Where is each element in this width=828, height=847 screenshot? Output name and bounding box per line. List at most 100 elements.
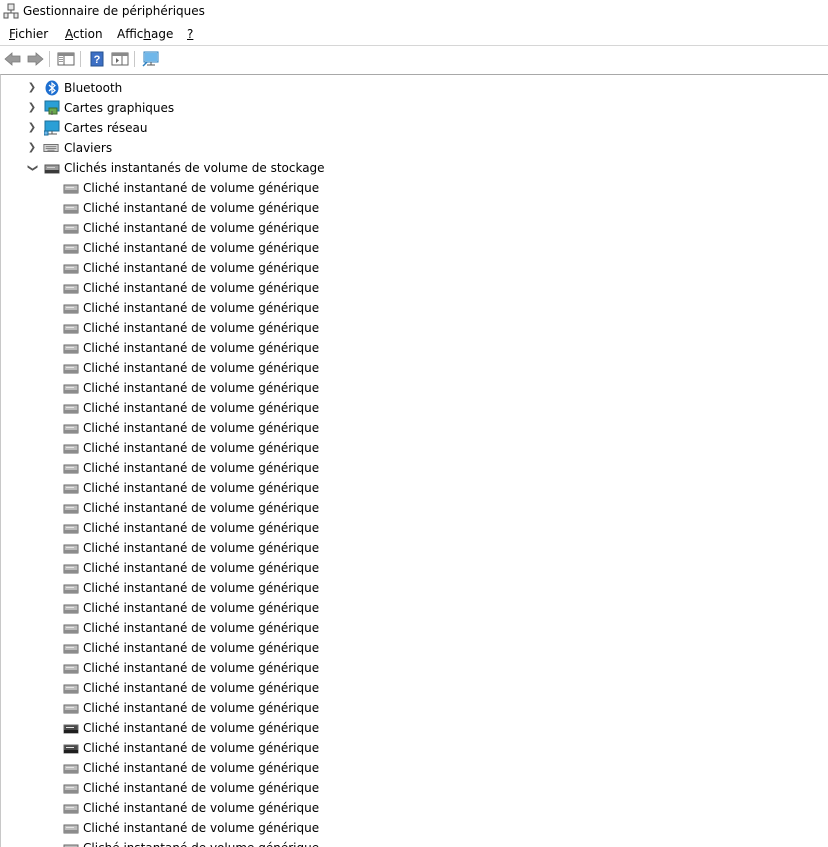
tree-device-item[interactable]: Cliché instantané de volume générique [1,338,821,358]
tree-device-item[interactable]: Cliché instantané de volume générique [1,738,821,758]
tree-device-item[interactable]: Cliché instantané de volume générique [1,658,821,678]
tree-device-label: Cliché instantané de volume générique [83,541,320,555]
tree-device-item[interactable]: Cliché instantané de volume générique [1,618,821,638]
tree-device-item[interactable]: Cliché instantané de volume générique [1,358,821,378]
tree-device-item[interactable]: Cliché instantané de volume générique [1,398,821,418]
tree-device-item[interactable]: Cliché instantané de volume générique [1,238,821,258]
tree-device-label: Cliché instantané de volume générique [83,421,320,435]
volume-light-icon [63,784,79,794]
action-pane-icon [111,52,129,66]
tree-device-label: Cliché instantané de volume générique [83,281,320,295]
back-button[interactable] [3,49,23,69]
volume-light-icon [63,524,79,534]
tree-device-item[interactable]: Cliché instantané de volume générique [1,678,821,698]
tree-device-item[interactable]: Cliché instantané de volume générique [1,818,821,838]
tree-device-item[interactable]: Cliché instantané de volume générique [1,478,821,498]
tree-device-item[interactable]: Cliché instantané de volume générique [1,418,821,438]
volume-light-icon [63,604,79,614]
volume-light-icon [63,644,79,654]
tree-device-item[interactable]: Cliché instantané de volume générique [1,278,821,298]
tree-device-item[interactable]: Cliché instantané de volume générique [1,298,821,318]
volume-light-icon [63,484,79,494]
tree-device-item[interactable]: Cliché instantané de volume générique [1,178,821,198]
volume-light-icon [63,204,79,214]
tree-device-label: Cliché instantané de volume générique [83,821,320,835]
volume-light-icon [63,224,79,234]
menu-affichage[interactable]: Affichage [117,27,173,41]
tree-device-item[interactable]: Cliché instantané de volume générique [1,498,821,518]
tree-device-label: Cliché instantané de volume générique [83,381,320,395]
toolbar-separator [134,51,135,67]
forward-button[interactable] [25,49,45,69]
volume-light-icon [63,804,79,814]
title-bar: Gestionnaire de périphériques [0,0,828,24]
scan-hardware-button[interactable] [141,49,161,69]
toolbar-separator [80,51,81,67]
volume-light-icon [63,464,79,474]
tree-device-item[interactable]: Cliché instantané de volume générique [1,778,821,798]
chevron-right-icon[interactable]: ❯ [27,98,37,118]
tree-device-label: Cliché instantané de volume générique [83,361,320,375]
tree-device-item[interactable]: Cliché instantané de volume générique [1,438,821,458]
tree-device-label: Cliché instantané de volume générique [83,301,320,315]
tree-device-item[interactable]: Cliché instantané de volume générique [1,718,821,738]
tree-device-item[interactable]: Cliché instantané de volume générique [1,758,821,778]
device-manager-icon [3,3,19,19]
keyboard-icon [43,144,59,152]
volume-dark-icon [63,744,79,754]
tree-device-label: Cliché instantané de volume générique [83,561,320,575]
tree-device-label: Cliché instantané de volume générique [83,641,320,655]
tree-device-item[interactable]: Cliché instantané de volume générique [1,318,821,338]
tree-device-item[interactable]: Cliché instantané de volume générique [1,378,821,398]
volume-light-icon [63,364,79,374]
tree-device-item[interactable]: Cliché instantané de volume générique [1,638,821,658]
tree-device-label: Cliché instantané de volume générique [83,781,320,795]
action-pane-button[interactable] [110,49,130,69]
show-hide-console-tree-button[interactable] [56,49,76,69]
tree-device-label: Cliché instantané de volume générique [83,401,320,415]
tree-category-cliches-instantanes[interactable]: ❯ Clichés instantanés de volume de stock… [1,158,821,178]
tree-device-label: Cliché instantané de volume générique [83,701,320,715]
tree-device-item[interactable]: Cliché instantané de volume générique [1,518,821,538]
tree-device-item[interactable]: Cliché instantané de volume générique [1,558,821,578]
menu-fichier[interactable]: Fichier [9,27,48,41]
show-hide-console-tree-icon [57,52,75,66]
tree-device-label: Cliché instantané de volume générique [83,501,320,515]
volume-light-icon [63,824,79,834]
forward-arrow-icon [27,52,44,66]
tree-category-bluetooth[interactable]: ❯ Bluetooth [1,78,821,98]
tree-device-item[interactable]: Cliché instantané de volume générique [1,198,821,218]
menu-help[interactable]: ? [187,27,193,41]
help-button[interactable]: ? [87,49,107,69]
volume-light-icon [63,544,79,554]
window-title: Gestionnaire de périphériques [23,4,205,18]
chevron-right-icon[interactable]: ❯ [27,138,37,158]
tree-device-item[interactable]: Cliché instantané de volume générique [1,798,821,818]
tree-category-claviers[interactable]: ❯ Claviers [1,138,821,158]
tree-device-label: Cliché instantané de volume générique [83,321,320,335]
tree-device-label: Cliché instantané de volume générique [83,581,320,595]
tree-device-label: Cliché instantané de volume générique [83,241,320,255]
tree-device-item[interactable]: Cliché instantané de volume générique [1,258,821,278]
menu-action[interactable]: Action [65,27,103,41]
device-tree: ❯ Bluetooth ❯ Cartes graphiques ❯ Cartes… [0,74,828,847]
tree-device-item[interactable]: Cliché instantané de volume générique [1,578,821,598]
tree-device-item[interactable]: Cliché instantané de volume générique [1,598,821,618]
tree-device-label: Cliché instantané de volume générique [83,201,320,215]
volume-light-icon [63,384,79,394]
tree-device-item[interactable]: Cliché instantané de volume générique [1,698,821,718]
tree-device-item[interactable]: Cliché instantané de volume générique [1,538,821,558]
volume-light-icon [63,244,79,254]
tree-category-label: Cartes graphiques [64,101,175,115]
tree-category-cartes-reseau[interactable]: ❯ Cartes réseau [1,118,821,138]
tree-device-item[interactable]: Cliché instantané de volume générique [1,218,821,238]
chevron-right-icon[interactable]: ❯ [27,78,37,98]
tree-category-cartes-graphiques[interactable]: ❯ Cartes graphiques [1,98,821,118]
volume-light-icon [63,184,79,194]
network-adapter-icon [44,120,60,136]
tree-device-item[interactable]: Cliché instantané de volume générique [1,458,821,478]
volume-light-icon [63,704,79,714]
tree-device-label: Cliché instantané de volume générique [83,461,320,475]
chevron-down-icon[interactable]: ❯ [22,163,42,173]
chevron-right-icon[interactable]: ❯ [27,118,37,138]
